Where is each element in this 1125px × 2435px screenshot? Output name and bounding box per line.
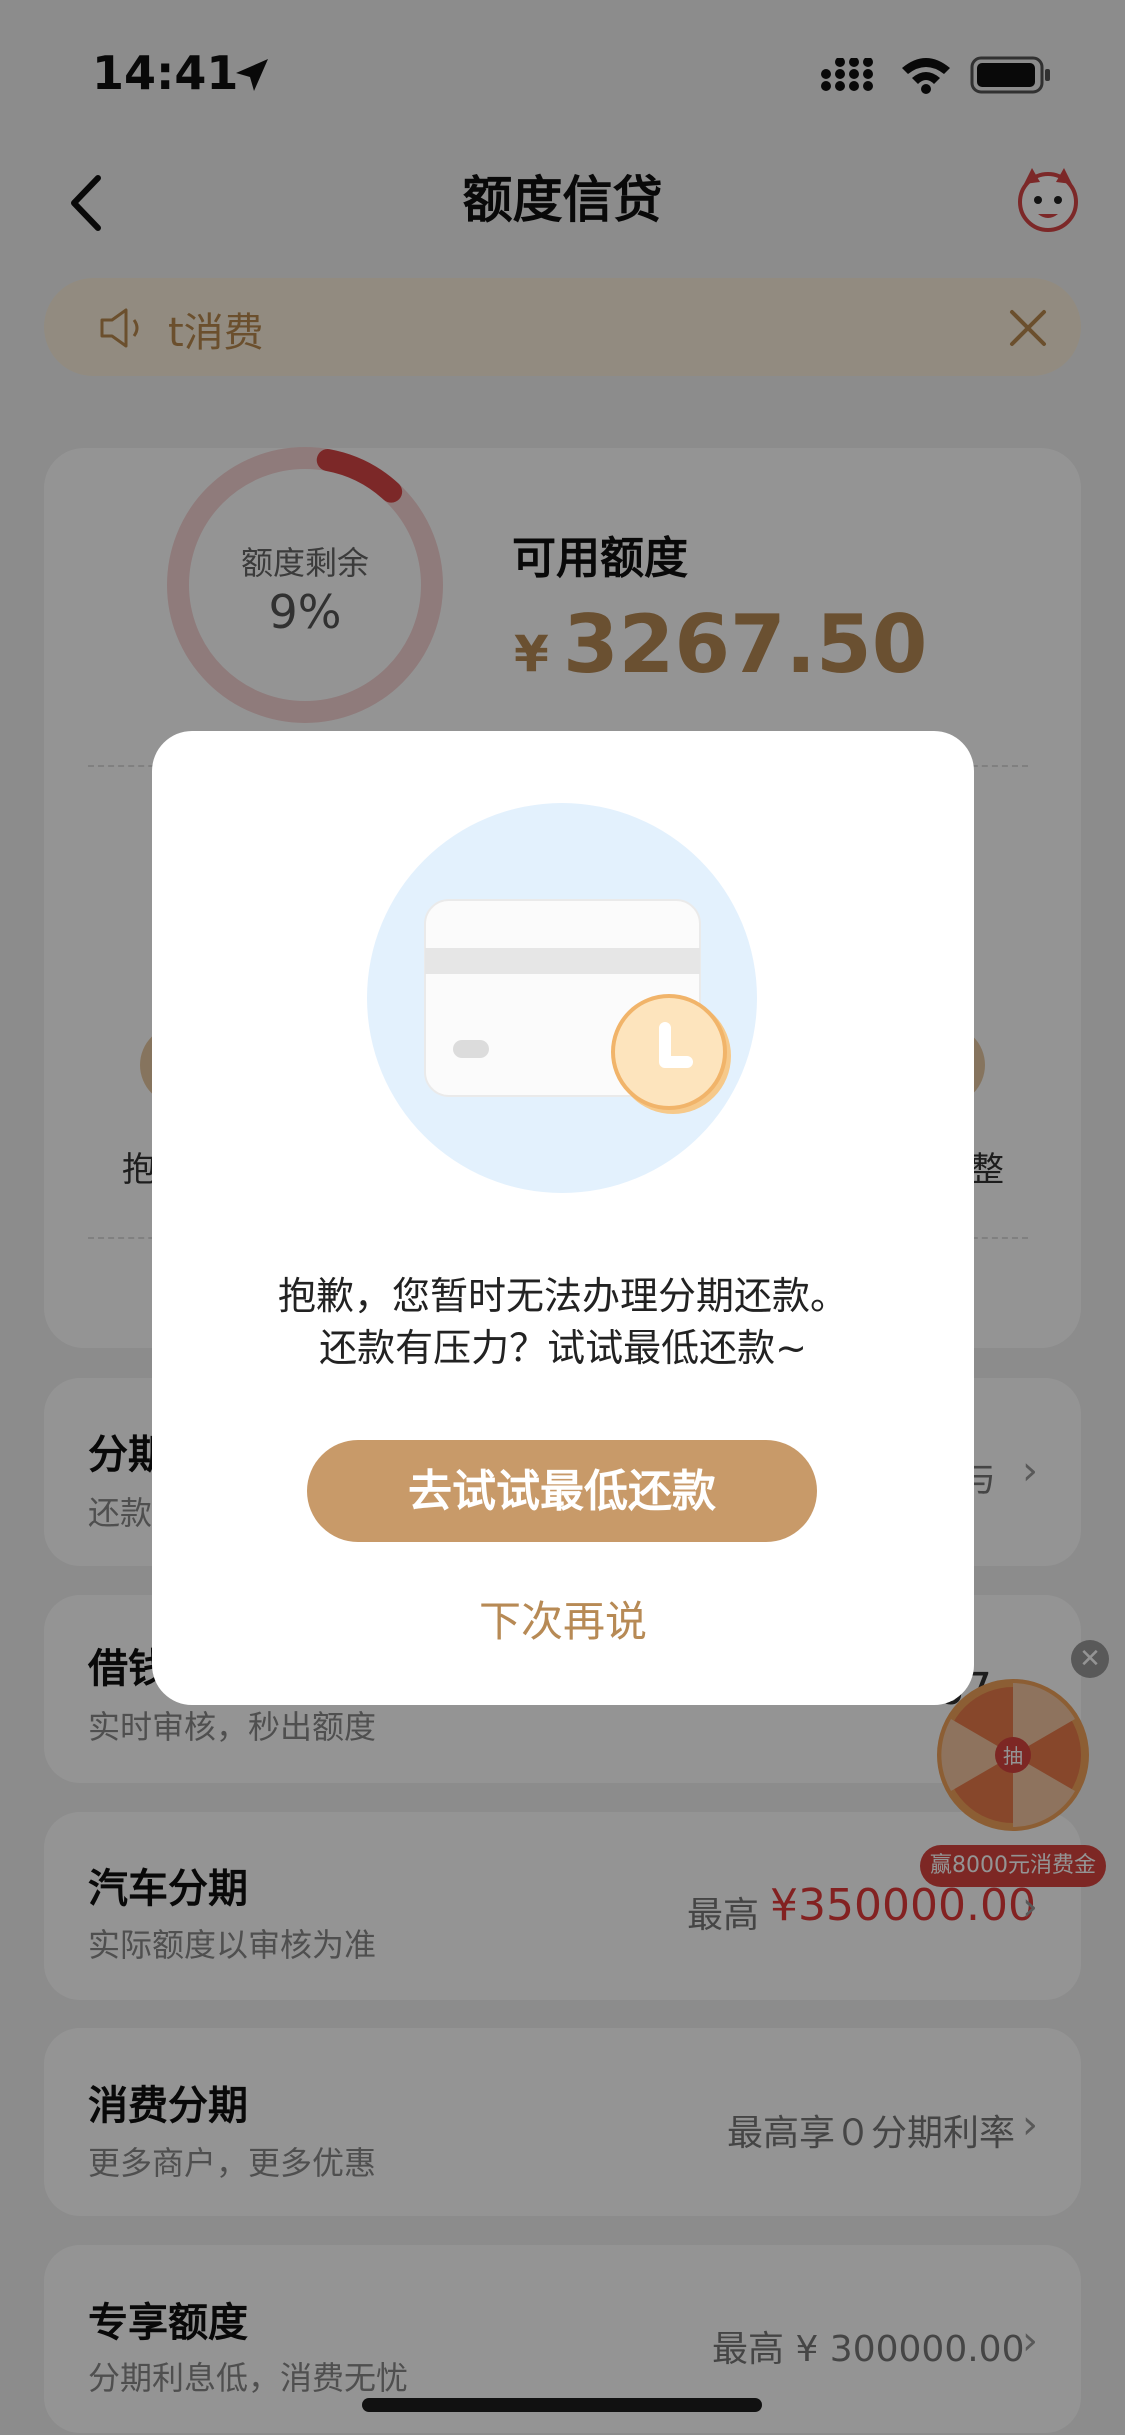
- modal-message-line1: 抱歉，您暂时无法办理分期还款。: [277, 1274, 848, 1318]
- try-minimum-repayment-button[interactable]: 去试试最低还款: [307, 1440, 817, 1542]
- modal-message-line2: 还款有压力？试试最低还款~: [319, 1326, 807, 1370]
- home-indicator[interactable]: [362, 2398, 762, 2412]
- modal-message: 抱歉，您暂时无法办理分期还款。 还款有压力？试试最低还款~: [152, 1270, 974, 1374]
- card-clock-illustration: [365, 800, 765, 1204]
- not-now-button[interactable]: 下次再说: [152, 1588, 974, 1649]
